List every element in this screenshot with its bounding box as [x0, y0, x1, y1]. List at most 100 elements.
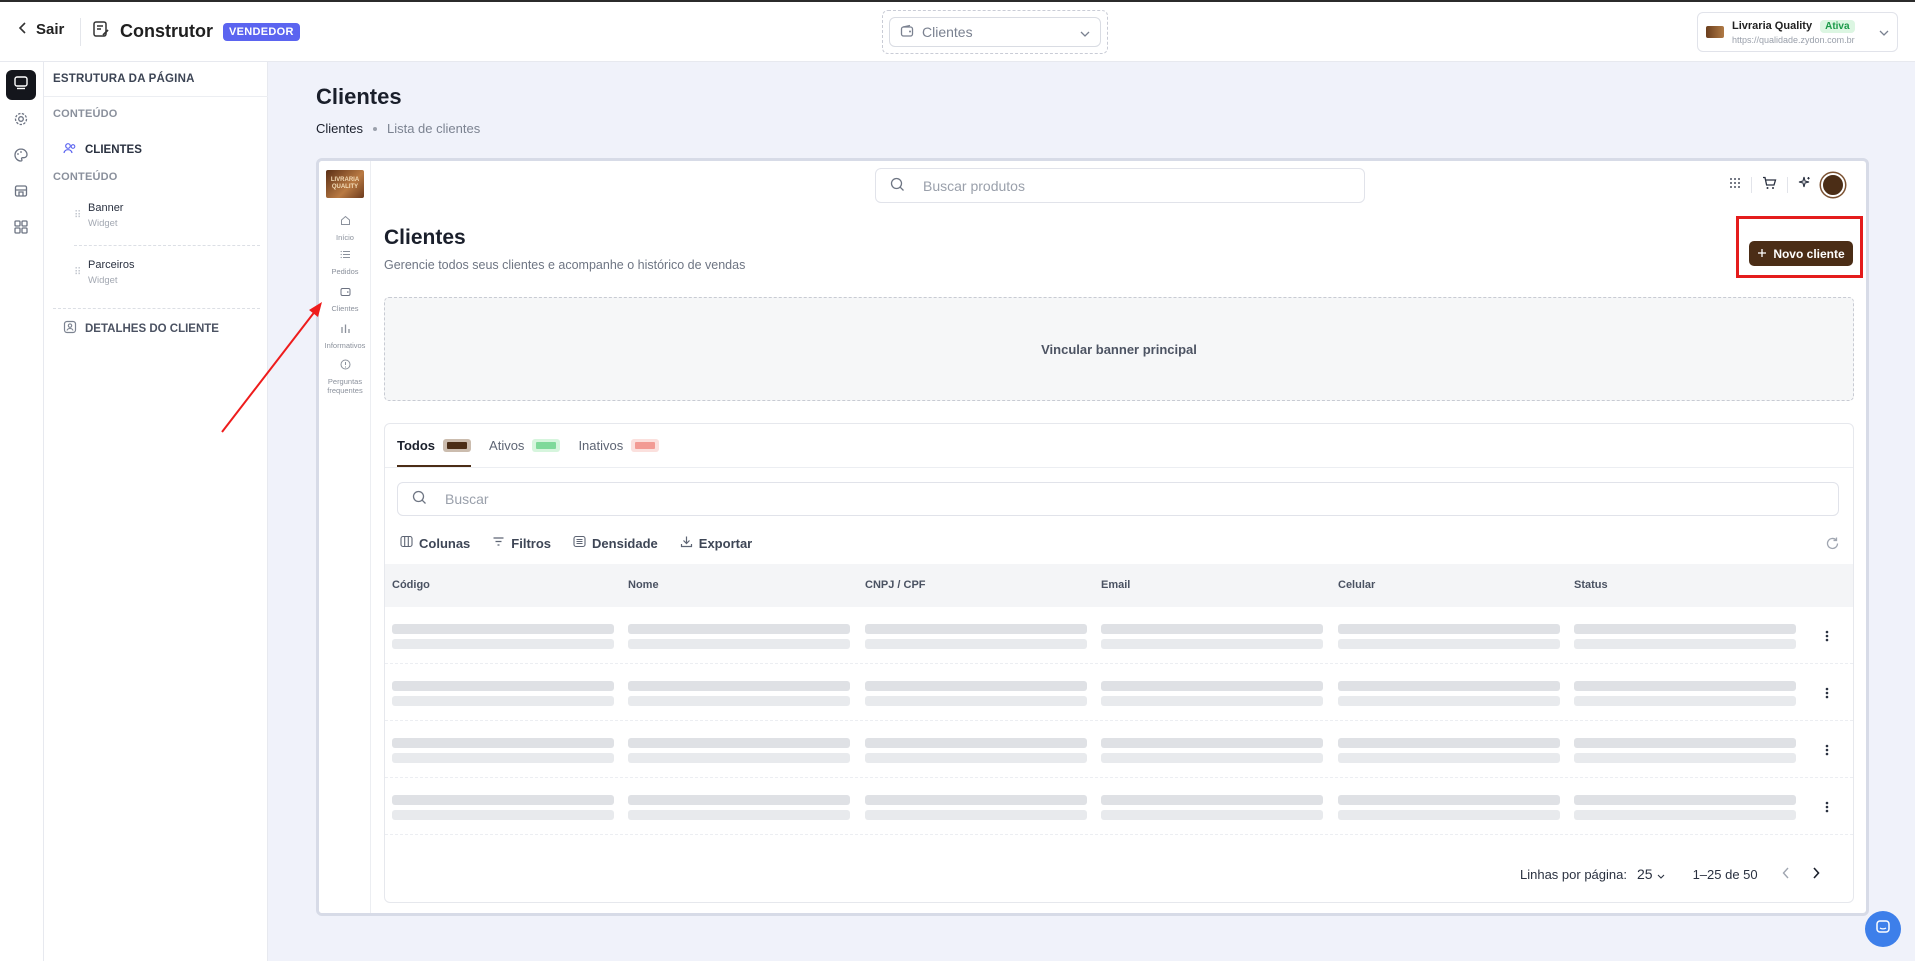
tree-item-clientes[interactable]: CLIENTES [63, 142, 142, 157]
skeleton-line [628, 810, 850, 820]
preview-nav-clientes[interactable]: Clientes [319, 284, 371, 313]
rows-per-page-select[interactable]: 25 [1637, 866, 1665, 882]
skeleton-line [1338, 753, 1560, 763]
widget-item-banner[interactable]: ⠿ Banner Widget [74, 202, 260, 229]
tab-ativos[interactable]: Ativos [489, 424, 561, 466]
search-placeholder: Buscar [445, 491, 489, 507]
tabs-divider [385, 467, 1853, 468]
product-search-input[interactable]: Buscar produtos [875, 168, 1365, 203]
rail-theme-button[interactable] [6, 142, 36, 172]
section-label: CONTEÚDO [53, 108, 118, 120]
rail-structure-button[interactable] [6, 70, 36, 100]
page-preview: LIVRARIA QUALITY Início Pedidos Clientes… [316, 158, 1869, 916]
sparkle-icon[interactable] [1798, 176, 1811, 194]
row-menu-icon[interactable] [1825, 686, 1829, 704]
widget-item-parceiros[interactable]: ⠿ Parceiros Widget [74, 259, 260, 286]
row-menu-icon[interactable] [1825, 800, 1829, 818]
tree-item-label: DETALHES DO CLIENTE [85, 322, 219, 335]
skeleton-line [392, 795, 614, 805]
drag-handle-icon[interactable]: ⠿ [74, 210, 81, 221]
store-logo[interactable]: LIVRARIA QUALITY [326, 170, 364, 198]
widget-name: Banner [88, 202, 124, 214]
divider [1787, 177, 1788, 193]
table-row[interactable] [385, 721, 1853, 778]
apps-grid-icon[interactable] [1729, 176, 1741, 194]
column-header-codigo[interactable]: Código [392, 579, 430, 591]
tab-inativos[interactable]: Inativos [578, 424, 660, 466]
preview-nav-inicio[interactable]: Início [319, 213, 371, 242]
column-header-nome[interactable]: Nome [628, 579, 659, 591]
chat-icon [1875, 919, 1891, 940]
widget-type: Widget [88, 275, 118, 286]
filters-button[interactable]: Filtros [492, 535, 551, 551]
tab-todos[interactable]: Todos [397, 424, 472, 467]
table-row[interactable] [385, 778, 1853, 835]
skeleton-line [1338, 681, 1560, 691]
chat-button[interactable] [1865, 911, 1901, 947]
page-select[interactable]: Clientes [889, 17, 1101, 47]
client-search-input[interactable]: Buscar [397, 482, 1839, 516]
breadcrumb-separator [372, 126, 377, 131]
tab-count-badge [443, 438, 472, 452]
row-menu-icon[interactable] [1825, 629, 1829, 647]
skeleton-line [865, 810, 1087, 820]
table-row[interactable] [385, 607, 1853, 664]
skeleton-line [628, 738, 850, 748]
gear-icon [13, 111, 29, 132]
toolbar-label: Exportar [698, 535, 753, 551]
skeleton-line [865, 795, 1087, 805]
cart-icon[interactable] [1762, 176, 1777, 195]
back-button[interactable]: Sair [18, 21, 64, 38]
rail-widgets-button[interactable] [6, 214, 36, 244]
column-header-status[interactable]: Status [1574, 579, 1608, 591]
widget-type: Widget [88, 218, 118, 229]
home-icon [340, 213, 351, 231]
app-header: Sair Construtor VENDEDOR Clientes Livrar… [0, 2, 1915, 62]
chevron-left-icon [18, 21, 28, 38]
column-header-celular[interactable]: Celular [1338, 579, 1375, 591]
tree-item-detalhes-do-cliente[interactable]: DETALHES DO CLIENTE [63, 320, 219, 337]
rail-store-button[interactable] [6, 178, 36, 208]
back-label: Sair [36, 21, 65, 38]
skeleton-line [865, 738, 1087, 748]
page-range: 1–25 de 50 [1692, 866, 1758, 882]
edit-page-icon [92, 20, 110, 43]
column-header-documento[interactable]: CNPJ / CPF [865, 579, 926, 591]
avatar[interactable] [1821, 173, 1845, 197]
skeleton-line [865, 696, 1087, 706]
skeleton-line [865, 639, 1087, 649]
preview-nav-perguntas[interactable]: Perguntas frequentes [319, 357, 371, 396]
skeleton-line [1338, 795, 1560, 805]
new-client-button[interactable]: Novo cliente [1749, 241, 1853, 266]
skeleton-line [865, 681, 1087, 691]
store-selector[interactable]: Livraria Quality Ativa https://qualidade… [1697, 12, 1898, 52]
preview-nav-informativos[interactable]: Informativos [319, 321, 371, 350]
columns-button[interactable]: Colunas [400, 535, 470, 551]
banner-placeholder[interactable]: Vincular banner principal [384, 297, 1854, 401]
next-page-icon[interactable] [1812, 866, 1820, 882]
skeleton-line [1574, 738, 1796, 748]
skeleton-line [1101, 681, 1323, 691]
drag-handle-icon[interactable]: ⠿ [74, 267, 81, 278]
density-icon [573, 535, 586, 551]
skeleton-line [1574, 795, 1796, 805]
export-button[interactable]: Exportar [680, 535, 752, 551]
skeleton-line [1338, 624, 1560, 634]
previous-page-icon[interactable] [1782, 867, 1790, 882]
rail-settings-button[interactable] [6, 106, 36, 136]
skeleton-line [392, 696, 614, 706]
table-row[interactable] [385, 664, 1853, 721]
skeleton-line [392, 810, 614, 820]
skeleton-line [1574, 753, 1796, 763]
store-name: Livraria Quality [1732, 20, 1813, 32]
preview-nav-pedidos[interactable]: Pedidos [319, 247, 371, 276]
breadcrumb-item[interactable]: Clientes [316, 121, 363, 136]
download-icon [680, 535, 693, 551]
refresh-icon[interactable] [1825, 536, 1840, 556]
column-header-email[interactable]: Email [1101, 579, 1130, 591]
density-button[interactable]: Densidade [573, 535, 658, 551]
tool-rail [0, 62, 44, 961]
row-menu-icon[interactable] [1825, 743, 1829, 761]
rows-per-page-value: 25 [1636, 866, 1653, 882]
skeleton-line [392, 738, 614, 748]
